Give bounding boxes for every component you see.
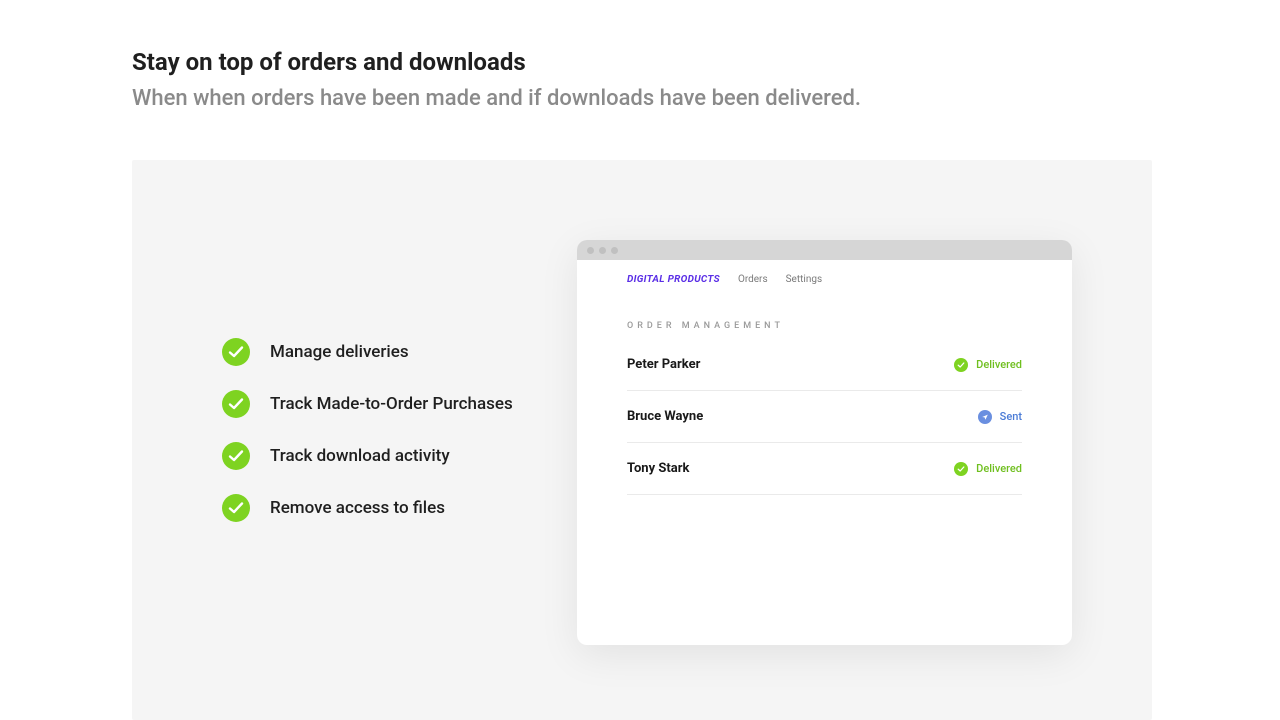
- status-text: Delivered: [976, 358, 1022, 371]
- order-row: Peter Parker Delivered: [627, 339, 1022, 391]
- section-label: ORDER MANAGEMENT: [577, 285, 1072, 339]
- feature-item: Track download activity: [222, 442, 542, 470]
- order-status: Delivered: [954, 358, 1022, 372]
- check-icon: [222, 442, 250, 470]
- page-subtitle: When when orders have been made and if d…: [132, 86, 1280, 111]
- order-name: Peter Parker: [627, 357, 700, 372]
- check-circle-icon: [954, 358, 968, 372]
- check-icon: [222, 494, 250, 522]
- window-titlebar: [577, 240, 1072, 260]
- order-row: Tony Stark Delivered: [627, 443, 1022, 495]
- app-nav: DIGITAL PRODUCTS Orders Settings: [577, 260, 1072, 285]
- feature-label: Track Made-to-Order Purchases: [270, 394, 513, 414]
- showcase-panel: Manage deliveries Track Made-to-Order Pu…: [132, 160, 1152, 720]
- traffic-light-icon: [587, 247, 594, 254]
- order-name: Bruce Wayne: [627, 409, 703, 424]
- feature-label: Track download activity: [270, 446, 450, 466]
- feature-label: Remove access to files: [270, 498, 445, 518]
- nav-link-orders[interactable]: Orders: [738, 274, 768, 285]
- order-name: Tony Stark: [627, 461, 689, 476]
- sent-circle-icon: [978, 410, 992, 424]
- nav-link-settings[interactable]: Settings: [786, 274, 823, 285]
- order-status: Delivered: [954, 462, 1022, 476]
- feature-list: Manage deliveries Track Made-to-Order Pu…: [222, 338, 542, 546]
- traffic-light-icon: [599, 247, 606, 254]
- nav-brand: DIGITAL PRODUCTS: [627, 274, 720, 285]
- status-text: Sent: [1000, 410, 1022, 423]
- feature-item: Manage deliveries: [222, 338, 542, 366]
- feature-item: Track Made-to-Order Purchases: [222, 390, 542, 418]
- status-text: Delivered: [976, 462, 1022, 475]
- check-icon: [222, 338, 250, 366]
- order-list: Peter Parker Delivered Bruce Wayne: [577, 339, 1072, 495]
- order-status: Sent: [978, 410, 1022, 424]
- page-title: Stay on top of orders and downloads: [132, 48, 1280, 76]
- traffic-light-icon: [611, 247, 618, 254]
- feature-label: Manage deliveries: [270, 342, 409, 362]
- app-window: DIGITAL PRODUCTS Orders Settings ORDER M…: [577, 240, 1072, 645]
- order-row: Bruce Wayne Sent: [627, 391, 1022, 443]
- feature-item: Remove access to files: [222, 494, 542, 522]
- check-icon: [222, 390, 250, 418]
- check-circle-icon: [954, 462, 968, 476]
